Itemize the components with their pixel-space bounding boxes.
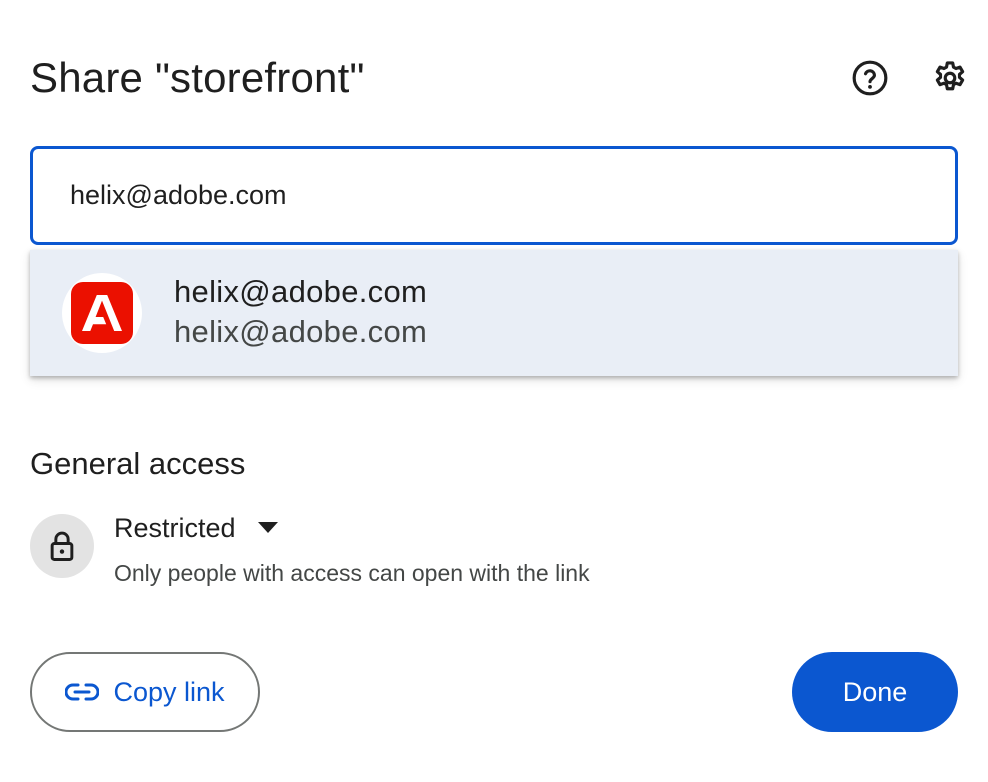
help-circle-icon [852, 60, 888, 96]
copy-link-label: Copy link [113, 676, 225, 707]
link-icon [65, 683, 100, 701]
suggestion-item[interactable]: helix@adobe.com helix@adobe.com [30, 250, 958, 376]
access-description: Only people with access can open with th… [114, 560, 590, 586]
gear-icon [935, 61, 965, 91]
settings-button[interactable] [928, 54, 972, 102]
access-level-dropdown[interactable]: Restricted [104, 506, 288, 550]
done-button[interactable]: Done [792, 652, 958, 732]
general-access-title: General access [30, 446, 246, 481]
suggestion-name: helix@adobe.com [174, 274, 428, 309]
adobe-logo-icon [71, 282, 133, 344]
lock-icon [50, 531, 74, 562]
suggestion-email: helix@adobe.com [174, 314, 428, 349]
caret-down-icon [257, 522, 278, 534]
access-level-label: Restricted [114, 512, 236, 543]
avatar [62, 273, 142, 353]
dialog-title: Share "storefront" [30, 54, 365, 101]
lock-badge [30, 514, 94, 578]
recipient-input-box [30, 146, 958, 245]
help-button[interactable] [848, 54, 892, 102]
copy-link-button[interactable]: Copy link [30, 652, 260, 732]
recipient-email-input[interactable] [70, 149, 930, 242]
done-label: Done [842, 676, 908, 707]
share-dialog: Share "storefront" helix@adobe.com helix… [0, 0, 988, 782]
